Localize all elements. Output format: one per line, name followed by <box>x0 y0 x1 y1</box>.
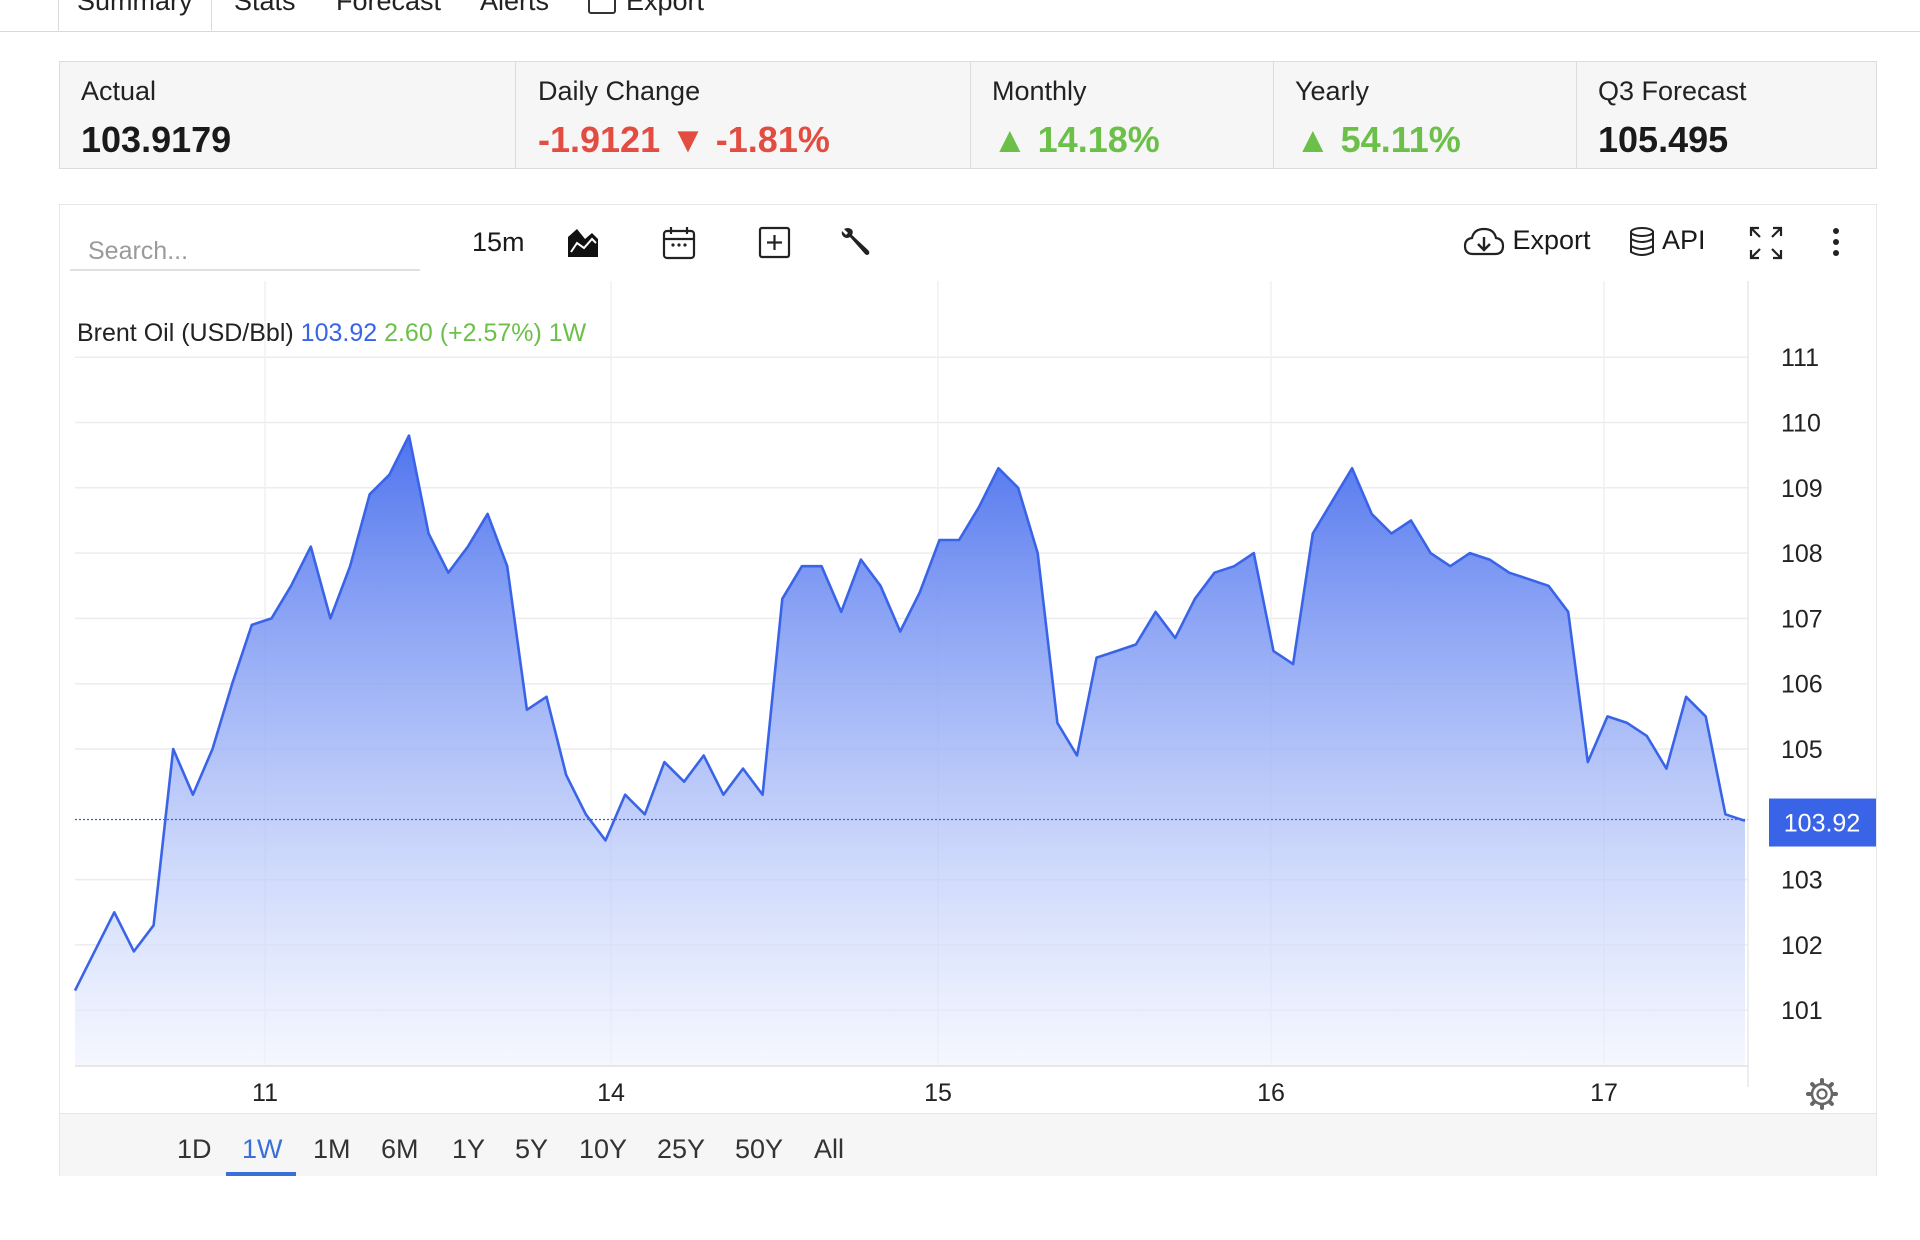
daily-change-value: -1.9121 <box>538 119 661 160</box>
wrench-icon[interactable] <box>838 225 872 259</box>
stat-value: 103.9179 <box>81 119 232 160</box>
calendar-icon[interactable] <box>662 225 696 261</box>
y-tick-label: 109 <box>1781 475 1823 503</box>
yearly-percent: 54.11% <box>1340 119 1461 160</box>
range-active-underline <box>226 1172 296 1176</box>
stat-label: Monthly <box>992 76 1087 106</box>
monthly-percent: 14.18% <box>1037 119 1160 160</box>
range-1m[interactable]: 1M <box>313 1134 351 1165</box>
daily-change-percent: -1.81% <box>715 119 830 160</box>
price-chart[interactable]: 10110210310510610710810911011111 14 15 16 17… <box>60 281 1876 1112</box>
y-tick-label: 111 <box>1781 344 1819 372</box>
down-arrow-icon: ▼ <box>670 119 706 160</box>
settings-gear-icon[interactable] <box>1806 1078 1838 1110</box>
stat-monthly: Monthly ▲ 14.18% <box>971 62 1274 168</box>
legend-part: 2.60 (+2.57%) <box>377 319 542 347</box>
search-box <box>70 231 438 271</box>
chart-toolbar: 15m Export API <box>60 205 1876 281</box>
stat-actual: Actual 103.9179 <box>60 62 516 168</box>
api-button[interactable]: API <box>1628 225 1706 258</box>
x-tick-label: 14 <box>597 1079 625 1107</box>
range-selector: 1D 1W 1M 6M 1Y 5Y 10Y 25Y 50Y All <box>60 1113 1876 1176</box>
x-tick-label: 16 <box>1257 1079 1285 1107</box>
y-tick-label: 107 <box>1781 605 1823 633</box>
range-1w[interactable]: 1W <box>242 1134 283 1165</box>
tab-summary[interactable]: Summary <box>58 0 212 31</box>
legend-part: 1W <box>542 319 587 347</box>
range-1d[interactable]: 1D <box>177 1134 212 1165</box>
export-icon <box>588 0 616 14</box>
legend-part: Brent Oil (USD/Bbl) <box>77 319 294 347</box>
stat-label: Yearly <box>1295 76 1370 106</box>
chart-panel: 15m Export API 101 102 103 105 106 107 108 109 1… <box>59 204 1877 1176</box>
stat-value: -1.9121 ▼ -1.81% <box>538 119 970 161</box>
stat-value: ▲ 54.11% <box>1295 119 1576 161</box>
export-button[interactable]: Export <box>1463 225 1591 258</box>
y-tick-label: 108 <box>1781 540 1823 568</box>
interval-button[interactable]: 15m <box>472 227 525 258</box>
legend-part: 103.92 <box>294 319 377 347</box>
stat-value: ▲ 14.18% <box>992 119 1273 161</box>
up-arrow-icon: ▲ <box>992 119 1028 160</box>
x-tick-label: 11 <box>252 1079 278 1107</box>
tab-export[interactable]: Export <box>588 0 704 17</box>
y-tick-label: 106 <box>1781 671 1823 699</box>
chart-legend: Brent Oil (USD/Bbl) 103.92 2.60 (+2.57%)… <box>77 319 587 347</box>
more-options-icon[interactable] <box>1830 225 1842 259</box>
fullscreen-icon[interactable] <box>1748 225 1784 261</box>
range-all[interactable]: All <box>814 1134 844 1165</box>
chart-type-icon[interactable] <box>565 225 601 259</box>
x-tick-label: 17 <box>1590 1079 1618 1107</box>
range-50y[interactable]: 50Y <box>735 1134 783 1165</box>
api-label: API <box>1662 225 1706 255</box>
stat-forecast: Q3 Forecast 105.495 <box>1577 62 1876 168</box>
stat-label: Daily Change <box>538 76 701 106</box>
add-indicator-icon[interactable] <box>758 225 792 259</box>
y-tick-label: 110 <box>1781 410 1821 438</box>
y-tick-label: 101 <box>1781 997 1823 1025</box>
top-tab-strip: Summary Stats Forecast Alerts Export <box>0 0 1920 32</box>
y-tick-label: 103 <box>1781 867 1823 895</box>
stats-bar: Actual 103.9179 Daily Change -1.9121 ▼ -… <box>59 61 1877 169</box>
export-label: Export <box>1512 225 1591 255</box>
tab-alerts[interactable]: Alerts <box>480 0 549 17</box>
range-25y[interactable]: 25Y <box>657 1134 705 1165</box>
y-tick-label: 102 <box>1781 932 1823 960</box>
up-arrow-icon: ▲ <box>1295 119 1331 160</box>
price-tag-label: 103.92 <box>1784 810 1860 838</box>
stat-label: Actual <box>81 76 157 106</box>
search-input[interactable] <box>70 231 438 266</box>
range-5y[interactable]: 5Y <box>515 1134 548 1165</box>
stat-yearly: Yearly ▲ 54.11% <box>1274 62 1577 168</box>
y-tick-label: 105 <box>1781 736 1823 764</box>
range-6m[interactable]: 6M <box>381 1134 419 1165</box>
tab-stats[interactable]: Stats <box>234 0 296 17</box>
stat-value: 105.495 <box>1598 119 1729 160</box>
x-tick-label: 15 <box>924 1079 952 1107</box>
stat-daily-change: Daily Change -1.9121 ▼ -1.81% <box>516 62 971 168</box>
range-1y[interactable]: 1Y <box>452 1134 485 1165</box>
range-10y[interactable]: 10Y <box>579 1134 627 1165</box>
tab-forecast[interactable]: Forecast <box>336 0 441 17</box>
stat-label: Q3 Forecast <box>1598 76 1747 106</box>
